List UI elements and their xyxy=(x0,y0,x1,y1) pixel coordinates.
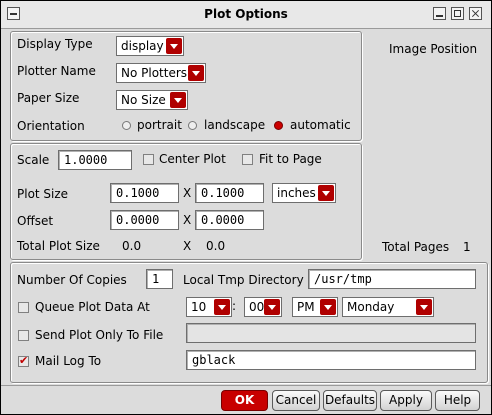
automatic-radio[interactable] xyxy=(274,121,283,130)
portrait-radio[interactable] xyxy=(122,121,131,130)
plot-size-y-input[interactable]: 0.1000 xyxy=(195,183,264,203)
orientation-label: Orientation xyxy=(17,119,85,133)
chevron-down-icon xyxy=(170,92,186,108)
plotter-name-select[interactable]: No Plotters xyxy=(116,63,206,83)
copies-label: Number Of Copies xyxy=(17,273,127,287)
day-value: Monday xyxy=(347,300,395,314)
center-plot-checkbox[interactable] xyxy=(143,154,154,165)
display-type-label: Display Type xyxy=(17,37,93,51)
offset-label: Offset xyxy=(17,214,54,228)
ok-button[interactable]: OK xyxy=(221,390,268,411)
image-position-label: Image Position xyxy=(389,42,478,56)
cancel-button[interactable]: Cancel xyxy=(272,390,320,411)
minute-value: 00 xyxy=(249,300,265,314)
display-type-value: display xyxy=(121,39,164,53)
units-value: inches xyxy=(277,186,316,200)
chevron-down-icon xyxy=(264,299,280,315)
day-select[interactable]: Monday xyxy=(342,297,434,317)
minimize-icon[interactable] xyxy=(433,7,446,20)
display-type-select[interactable]: display xyxy=(116,36,184,56)
total-plot-size-label: Total Plot Size xyxy=(17,239,100,253)
units-select[interactable]: inches xyxy=(272,183,336,203)
paper-size-value: No Size xyxy=(121,93,166,107)
send-to-file-checkbox[interactable] xyxy=(18,330,29,341)
mail-log-checkbox[interactable] xyxy=(18,354,29,367)
total-pages-label: Total Pages xyxy=(382,240,450,254)
mail-log-input[interactable]: gblack xyxy=(186,350,476,370)
ampm-select[interactable]: PM xyxy=(292,297,338,317)
defaults-button[interactable]: Defaults xyxy=(323,390,377,411)
tmp-dir-label: Local Tmp Directory xyxy=(183,273,304,287)
plot-size-label: Plot Size xyxy=(17,187,69,201)
window-title: Plot Options xyxy=(204,7,288,21)
total-plot-size-y: 0.0 xyxy=(206,239,226,253)
offset-y-input[interactable]: 0.0000 xyxy=(195,210,264,230)
queue-plot-checkbox[interactable] xyxy=(18,302,29,313)
help-button[interactable]: Help xyxy=(435,390,480,411)
plot-size-x-input[interactable]: 0.1000 xyxy=(110,183,179,203)
time-separator: : xyxy=(232,299,237,313)
copies-input[interactable]: 1 xyxy=(146,269,173,289)
minute-select[interactable]: 00 xyxy=(244,297,282,317)
total-pages-value: 1 xyxy=(463,240,471,254)
title-bar[interactable]: Plot Options xyxy=(1,1,491,29)
send-to-file-input[interactable] xyxy=(186,323,476,343)
close-icon[interactable] xyxy=(469,7,482,20)
scale-input[interactable]: 1.0000 xyxy=(58,150,132,170)
chevron-down-icon xyxy=(188,65,204,81)
send-to-file-label: Send Plot Only To File xyxy=(35,328,164,342)
plot-options-window: Plot Options Display Type display Plotte… xyxy=(0,0,492,415)
offset-x-input[interactable]: 0.0000 xyxy=(110,210,179,230)
paper-size-select[interactable]: No Size xyxy=(116,90,188,110)
hour-value: 10 xyxy=(191,300,207,314)
total-plot-size-separator: X xyxy=(183,239,192,253)
ampm-value: PM xyxy=(297,300,315,314)
hour-select[interactable]: 10 xyxy=(186,297,232,317)
paper-size-label: Paper Size xyxy=(17,91,80,105)
portrait-label: portrait xyxy=(137,118,182,132)
button-bar-divider xyxy=(1,385,491,386)
chevron-down-icon xyxy=(318,185,334,201)
center-plot-label: Center Plot xyxy=(159,152,226,166)
landscape-radio[interactable] xyxy=(188,121,197,130)
chevron-down-icon xyxy=(416,299,432,315)
queue-plot-label: Queue Plot Data At xyxy=(35,300,150,314)
plot-size-x-separator: X xyxy=(183,186,192,200)
offset-x-separator: X xyxy=(183,213,192,227)
total-plot-size-x: 0.0 xyxy=(122,239,142,253)
maximize-icon[interactable] xyxy=(451,7,464,20)
chevron-down-icon xyxy=(320,299,336,315)
mail-log-label: Mail Log To xyxy=(35,354,102,368)
automatic-label: automatic xyxy=(290,118,351,132)
chevron-down-icon xyxy=(214,299,230,315)
plotter-name-value: No Plotters xyxy=(121,66,188,80)
fit-to-page-checkbox[interactable] xyxy=(242,154,253,165)
chevron-down-icon xyxy=(166,38,182,54)
landscape-label: landscape xyxy=(204,118,266,132)
scale-label: Scale xyxy=(17,153,50,167)
fit-to-page-label: Fit to Page xyxy=(259,152,322,166)
plotter-name-label: Plotter Name xyxy=(17,64,96,78)
apply-button[interactable]: Apply xyxy=(380,390,432,411)
tmp-dir-input[interactable]: /usr/tmp xyxy=(308,269,476,289)
